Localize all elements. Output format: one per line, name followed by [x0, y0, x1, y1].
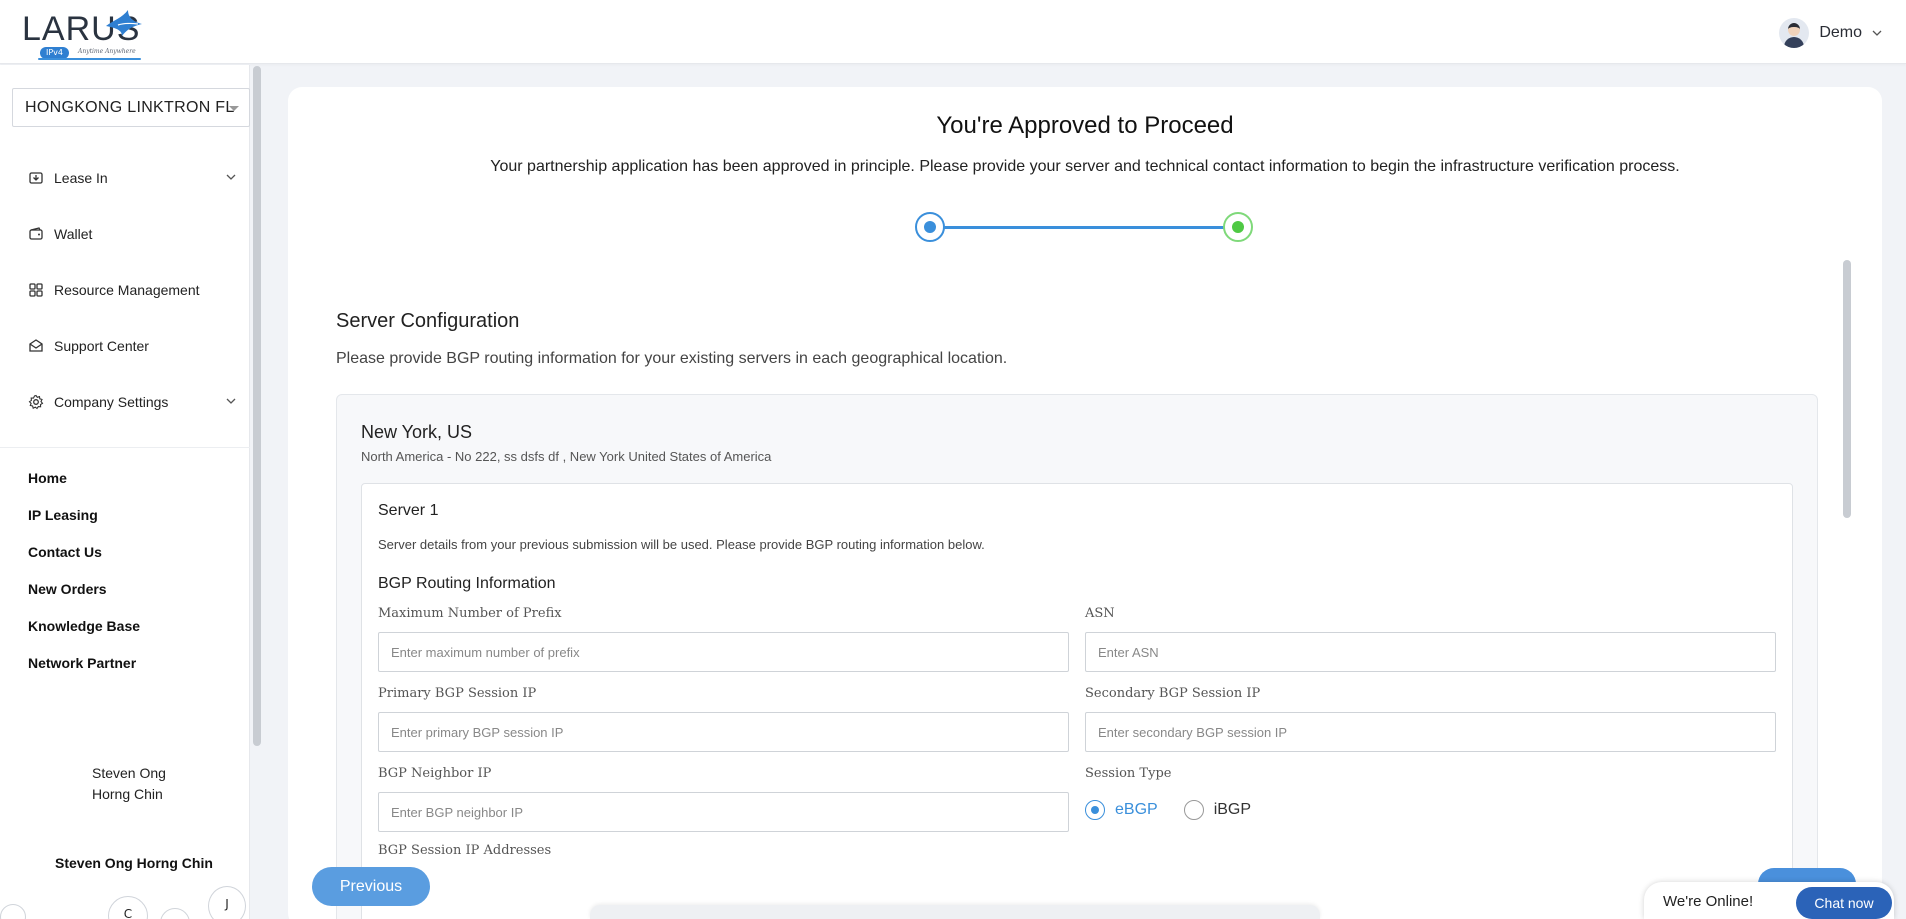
link-contact-us[interactable]: Contact Us [28, 544, 140, 581]
sidebar-nav: Lease In Wallet Resource Management Supp… [0, 150, 250, 430]
link-ip-leasing[interactable]: IP Leasing [28, 507, 140, 544]
sidebar-item-lease-in[interactable]: Lease In [0, 150, 250, 206]
bubble-j[interactable]: J [208, 886, 246, 919]
primary-ip-input[interactable] [378, 712, 1069, 752]
sidebar-item-company-settings[interactable]: Company Settings [0, 374, 250, 430]
asn-label: ASN [1085, 606, 1115, 621]
server-title: Server 1 [378, 502, 439, 519]
radio-circle [1183, 800, 1204, 820]
chat-widget: We're Online! Chat now [1644, 882, 1894, 919]
chat-now-button[interactable]: Chat now [1796, 887, 1892, 919]
content-scrollbar[interactable] [1842, 258, 1852, 919]
neighbor-ip-input[interactable] [378, 792, 1069, 832]
page-subtitle: Your partnership application has been ap… [490, 158, 1680, 175]
progress-stepper [915, 210, 1255, 244]
user-menu[interactable]: Demo [1779, 18, 1882, 48]
sidebar-item-label: Wallet [54, 226, 93, 242]
link-knowledge-base[interactable]: Knowledge Base [28, 618, 140, 655]
company-select-value: HONGKONG LINKTRON FL [25, 98, 235, 116]
step-1-indicator [915, 212, 945, 242]
sidebar-item-label: Resource Management [54, 282, 200, 298]
company-select[interactable]: HONGKONG LINKTRON FL [12, 88, 250, 127]
radio-label: eBGP [1115, 801, 1158, 818]
bubble-partial [0, 904, 26, 919]
chevron-down-icon [226, 398, 236, 404]
sidebar-item-resource-management[interactable]: Resource Management [0, 262, 250, 318]
bubble-c[interactable]: C [108, 896, 148, 919]
radio-ibgp[interactable]: iBGP [1183, 800, 1252, 820]
server-description: Server details from your previous submis… [378, 537, 985, 552]
link-home[interactable]: Home [28, 470, 140, 507]
user-name: Demo [1819, 24, 1862, 41]
logo-underline [38, 58, 141, 60]
asn-input[interactable] [1085, 632, 1776, 672]
avatar [1779, 18, 1810, 48]
sidebar-item-label: Company Settings [54, 394, 169, 410]
chat-status: We're Online! [1663, 893, 1754, 910]
neighbor-ip-label: BGP Neighbor IP [378, 766, 492, 781]
step-2-indicator [1223, 212, 1253, 242]
previous-button[interactable]: Previous [312, 867, 430, 906]
top-header: LARUS IPv4 Anytime Anywhere Demo [0, 0, 1906, 64]
step-connector [943, 226, 1226, 229]
chevron-down-icon [1872, 30, 1882, 36]
envelope-icon [28, 338, 44, 354]
sidebar-scrollbar[interactable] [252, 66, 262, 746]
radio-circle [1085, 800, 1105, 820]
max-prefix-label: Maximum Number of Prefix [378, 606, 562, 621]
sidebar-item-wallet[interactable]: Wallet [0, 206, 250, 262]
sidebar-links: Home IP Leasing Contact Us New Orders Kn… [28, 470, 140, 692]
sidebar-divider [0, 447, 250, 448]
bubble-small [160, 908, 190, 919]
radio-ebgp[interactable]: eBGP [1085, 800, 1158, 820]
session-type-group: eBGP iBGP [1085, 800, 1277, 820]
bubble-letter: C [123, 907, 133, 919]
person-name-line2: Horng Chin [92, 786, 163, 802]
person-name-full: Steven Ong Horng Chin [55, 855, 213, 871]
download-box-icon [28, 170, 44, 186]
bottom-toolbar [590, 905, 1320, 919]
wallet-icon [28, 226, 44, 242]
person-name-wrapped: Steven Ong Horng Chin [92, 763, 166, 805]
location-title: New York, US [361, 422, 473, 442]
bgp-section-title: BGP Routing Information [378, 575, 556, 592]
floating-bubbles: C J [0, 880, 250, 919]
person-name-line1: Steven Ong [92, 765, 166, 781]
link-new-orders[interactable]: New Orders [28, 581, 140, 618]
larus-logo[interactable]: LARUS IPv4 Anytime Anywhere [20, 6, 145, 60]
logo-tagline: Anytime Anywhere [78, 48, 136, 55]
link-network-partner[interactable]: Network Partner [28, 655, 140, 692]
section-title: Server Configuration [336, 310, 520, 332]
section-description: Please provide BGP routing information f… [336, 350, 1008, 367]
page-title: You're Approved to Proceed [936, 112, 1234, 139]
sidebar-item-support-center[interactable]: Support Center [0, 318, 250, 374]
session-type-label: Session Type [1085, 766, 1172, 781]
secondary-ip-input[interactable] [1085, 712, 1776, 752]
bird-icon [106, 10, 142, 36]
primary-ip-label: Primary BGP Session IP [378, 686, 537, 701]
session-addresses-label: BGP Session IP Addresses [378, 843, 552, 858]
caret-down-icon [229, 106, 239, 111]
chevron-down-icon [226, 174, 236, 180]
gear-icon [28, 394, 44, 410]
max-prefix-input[interactable] [378, 632, 1069, 672]
secondary-ip-label: Secondary BGP Session IP [1085, 686, 1261, 701]
radio-label: iBGP [1213, 801, 1252, 818]
sidebar-item-label: Support Center [54, 338, 149, 354]
bubble-letter: J [225, 897, 229, 911]
sidebar-item-label: Lease In [54, 170, 108, 186]
grid-icon [28, 282, 44, 298]
location-address: North America - No 222, ss dsfs df , New… [361, 449, 772, 464]
